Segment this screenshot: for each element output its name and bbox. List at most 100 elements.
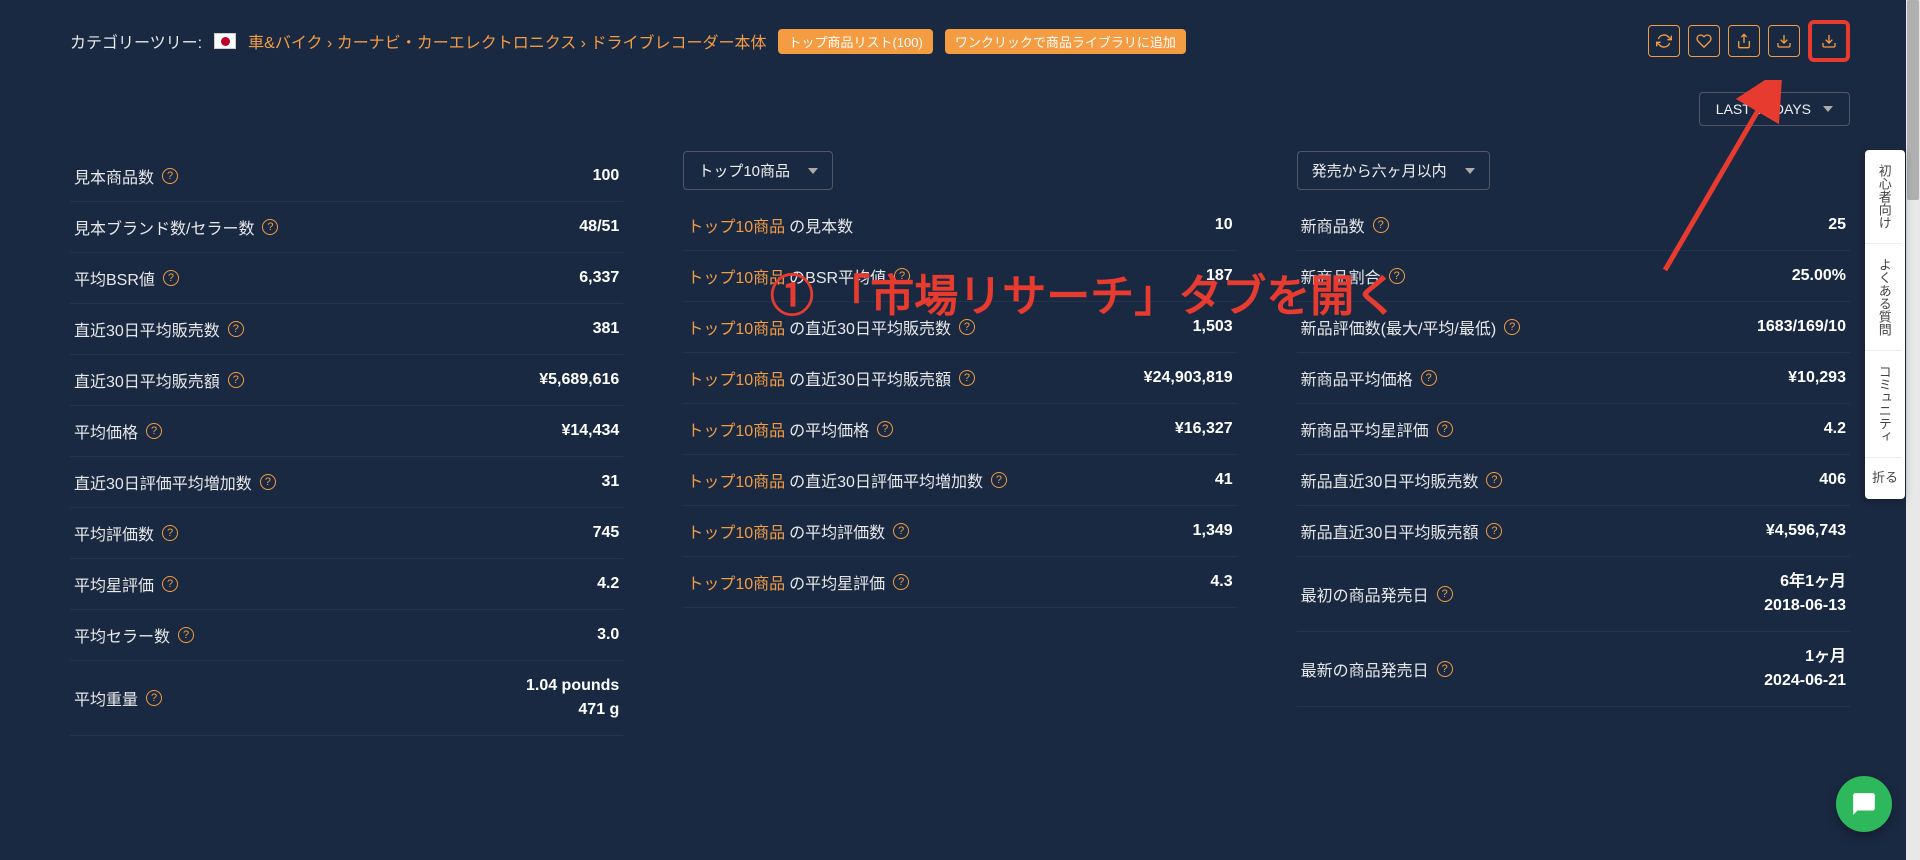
stat-row: 最新の商品発売日 1ヶ月2024-06-21 xyxy=(1297,632,1850,707)
stat-value: 6年1ヶ月2018-06-13 xyxy=(1764,570,1846,618)
stat-value: 1ヶ月2024-06-21 xyxy=(1764,645,1846,693)
side-help-panel: 初心者向け よくある質問 コミュニティ 折る xyxy=(1865,150,1905,499)
side-help-beginner[interactable]: 初心者向け xyxy=(1865,150,1902,244)
stat-value: 187 xyxy=(1206,267,1233,285)
stat-label: 直近30日平均販売額 xyxy=(74,368,244,392)
stat-row: 新品直近30日平均販売額 ¥4,596,743 xyxy=(1297,506,1850,557)
stat-label: トップ10商品の直近30日平均販売数 xyxy=(687,315,975,339)
help-icon[interactable] xyxy=(163,270,179,286)
help-icon[interactable] xyxy=(894,268,910,284)
help-icon[interactable] xyxy=(262,219,278,235)
stat-row: 直近30日評価平均増加数31 xyxy=(70,457,623,508)
stat-row: 平均価格¥14,434 xyxy=(70,406,623,457)
stat-label: 新商品平均価格 xyxy=(1301,366,1437,390)
stat-label: 平均価格 xyxy=(74,419,162,443)
stat-value: 1.04 pounds471 g xyxy=(526,674,619,722)
help-icon[interactable] xyxy=(959,370,975,386)
release-period-dropdown[interactable]: 発売から六ヶ月以内 xyxy=(1297,151,1490,190)
stat-label: トップ10商品の平均星評価 xyxy=(687,570,909,594)
share-button[interactable] xyxy=(1728,25,1760,57)
help-icon[interactable] xyxy=(1486,472,1502,488)
help-icon[interactable] xyxy=(228,372,244,388)
help-icon[interactable] xyxy=(178,627,194,643)
help-icon[interactable] xyxy=(893,574,909,590)
help-icon[interactable] xyxy=(146,690,162,706)
stat-label: トップ10商品の直近30日平均販売額 xyxy=(687,366,975,390)
stat-value: 4.3 xyxy=(1210,573,1232,591)
help-icon[interactable] xyxy=(1437,661,1453,677)
chat-button[interactable] xyxy=(1836,776,1892,832)
scrollbar-thumb[interactable] xyxy=(1907,0,1919,200)
top-list-badge[interactable]: トップ商品リスト(100) xyxy=(778,29,932,54)
help-icon[interactable] xyxy=(893,523,909,539)
chat-icon xyxy=(1851,791,1877,817)
help-icon[interactable] xyxy=(1389,268,1405,284)
breadcrumb-row: カテゴリーツリー: 車&バイク › カーナビ・カーエレクトロニクス › ドライブ… xyxy=(70,20,1850,62)
period-selector[interactable]: LAST 30 DAYS xyxy=(1699,92,1850,126)
stat-row: 見本商品数100 xyxy=(70,151,623,202)
stat-row: 直近30日平均販売額 ¥5,689,616 xyxy=(70,355,623,406)
stat-value: 41 xyxy=(1215,471,1233,489)
help-icon[interactable] xyxy=(162,525,178,541)
help-icon[interactable] xyxy=(1486,523,1502,539)
refresh-button[interactable] xyxy=(1648,25,1680,57)
help-icon[interactable] xyxy=(146,423,162,439)
scrollbar-track[interactable] xyxy=(1906,0,1920,860)
stat-label: トップ10商品の直近30日評価平均増加数 xyxy=(687,468,1007,492)
help-icon[interactable] xyxy=(991,472,1007,488)
help-icon[interactable] xyxy=(1437,421,1453,437)
download-highlighted-button[interactable] xyxy=(1808,20,1850,62)
stat-row: トップ10商品の直近30日平均販売額¥24,903,819 xyxy=(683,353,1236,404)
chevron-down-icon xyxy=(1465,168,1475,174)
stat-row: 平均セラー数3.0 xyxy=(70,610,623,661)
stat-value: 4.2 xyxy=(1824,420,1846,438)
period-row: LAST 30 DAYS xyxy=(70,92,1850,126)
favorite-button[interactable] xyxy=(1688,25,1720,57)
top-products-panel: トップ10商品 トップ10商品の見本数10トップ10商品のBSR平均値187トッ… xyxy=(683,151,1236,736)
stat-label: 新商品平均星評価 xyxy=(1301,417,1453,441)
help-icon[interactable] xyxy=(1373,217,1389,233)
help-icon[interactable] xyxy=(1437,586,1453,602)
one-click-add-badge[interactable]: ワンクリックで商品ライブラリに追加 xyxy=(945,29,1186,54)
stat-value: 6,337 xyxy=(579,269,619,287)
help-icon[interactable] xyxy=(228,321,244,337)
help-icon[interactable] xyxy=(1421,370,1437,386)
download-button[interactable] xyxy=(1768,25,1800,57)
side-help-collapse[interactable]: 折る xyxy=(1865,458,1905,499)
breadcrumb-path[interactable]: 車&バイク › カーナビ・カーエレクトロニクス › ドライブレコーダー本体 xyxy=(248,29,766,53)
stat-row: 新商品平均星評価 4.2 xyxy=(1297,404,1850,455)
stat-label: 最初の商品発売日 xyxy=(1301,582,1453,606)
stat-value: 1,349 xyxy=(1193,522,1233,540)
top-products-dropdown[interactable]: トップ10商品 xyxy=(683,151,833,190)
stat-label: 新品直近30日平均販売数 xyxy=(1301,468,1503,492)
stat-row: トップ10商品の直近30日平均販売数1,503 xyxy=(683,302,1236,353)
stat-label: 平均セラー数 xyxy=(74,623,194,647)
stat-row: 直近30日平均販売数381 xyxy=(70,304,623,355)
side-help-community[interactable]: コミュニティ xyxy=(1865,351,1902,458)
stat-label: 新品評価数(最大/平均/最低) xyxy=(1301,315,1521,339)
stat-row: 平均重量 1.04 pounds471 g xyxy=(70,661,623,736)
help-icon[interactable] xyxy=(162,576,178,592)
header-actions xyxy=(1648,20,1850,62)
stat-label: 新品直近30日平均販売額 xyxy=(1301,519,1503,543)
stat-value: ¥5,689,616 xyxy=(539,371,619,389)
stat-row: 平均BSR値6,337 xyxy=(70,253,623,304)
stat-value: 745 xyxy=(593,524,620,542)
stat-label: 平均重量 xyxy=(74,686,162,710)
stat-label: 最新の商品発売日 xyxy=(1301,657,1453,681)
help-icon[interactable] xyxy=(959,319,975,335)
side-help-faq[interactable]: よくある質問 xyxy=(1865,244,1902,351)
stat-label: 直近30日評価平均増加数 xyxy=(74,470,276,494)
stat-value: ¥4,596,743 xyxy=(1766,522,1846,540)
stat-label: トップ10商品の平均価格 xyxy=(687,417,893,441)
new-products-panel: 発売から六ヶ月以内 新商品数25新商品割合25.00%新品評価数(最大/平均/最… xyxy=(1297,151,1850,736)
japan-flag-icon xyxy=(214,33,236,49)
stat-label: 平均星評価 xyxy=(74,572,178,596)
stat-value: 381 xyxy=(593,320,620,338)
help-icon[interactable] xyxy=(877,421,893,437)
help-icon[interactable] xyxy=(1504,319,1520,335)
stat-row: 平均星評価4.2 xyxy=(70,559,623,610)
chevron-down-icon xyxy=(1823,106,1833,112)
help-icon[interactable] xyxy=(162,168,178,184)
help-icon[interactable] xyxy=(260,474,276,490)
